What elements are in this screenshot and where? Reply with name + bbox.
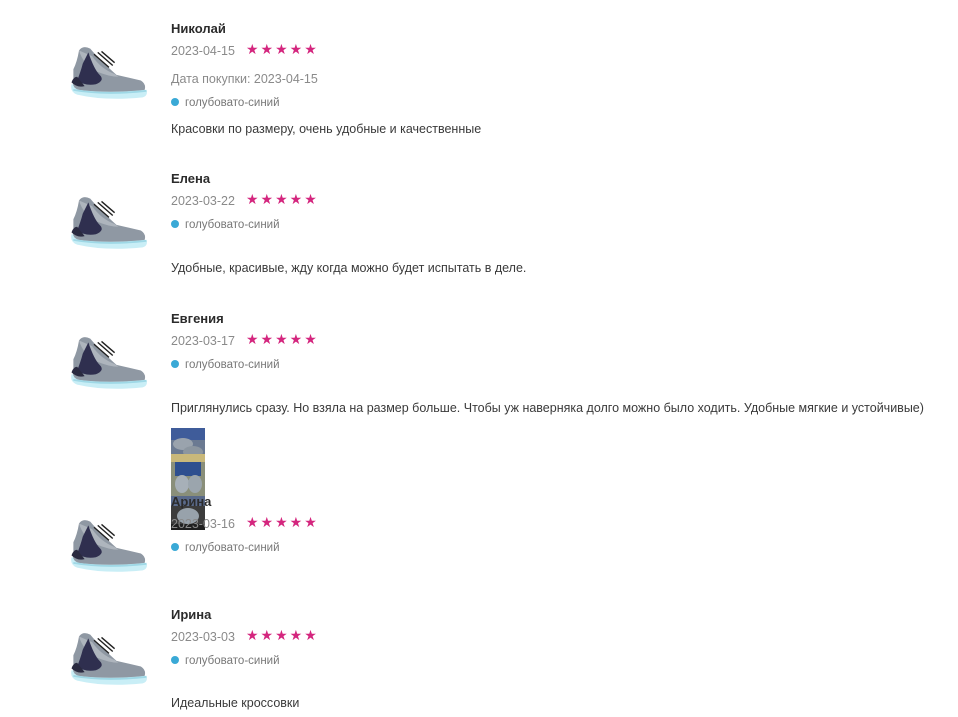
review-date: 2023-03-16: [171, 517, 235, 531]
customer-photo[interactable]: [171, 428, 205, 462]
review-text: Приглянулись сразу. Но взяла на размер б…: [171, 401, 924, 415]
color-variant: голубовато-синий: [171, 542, 280, 554]
review-date: 2023-03-03: [171, 630, 235, 644]
rating-stars: ★★★★★: [246, 41, 319, 57]
color-dot-icon: [171, 656, 179, 664]
purchase-date: Дата покупки: 2023-04-15: [171, 72, 318, 86]
review-text: Удобные, красивые, жду когда можно будет…: [171, 261, 527, 275]
product-thumbnail[interactable]: [66, 43, 152, 103]
reviewer-name: Николай: [171, 21, 226, 36]
color-variant: голубовато-синий: [171, 219, 280, 231]
color-dot-icon: [171, 98, 179, 106]
rating-stars: ★★★★★: [246, 627, 319, 643]
color-dot-icon: [171, 543, 179, 551]
color-dot-icon: [171, 220, 179, 228]
product-thumbnail[interactable]: [66, 629, 152, 689]
product-thumbnail[interactable]: [66, 516, 152, 576]
reviewer-name: Ирина: [171, 607, 212, 622]
rating-stars: ★★★★★: [246, 331, 319, 347]
reviewer-name: Евгения: [171, 311, 224, 326]
review-text: Идеальные кроссовки: [171, 696, 300, 710]
color-label: голубовато-синий: [185, 542, 280, 554]
review-date: 2023-03-17: [171, 334, 235, 348]
review-photos: [171, 428, 211, 530]
rating-stars: ★★★★★: [246, 514, 319, 530]
rating-stars: ★★★★★: [246, 191, 319, 207]
color-variant: голубовато-синий: [171, 655, 280, 667]
review-date: 2023-03-22: [171, 194, 235, 208]
color-label: голубовато-синий: [185, 655, 280, 667]
color-label: голубовато-синий: [185, 97, 280, 109]
color-variant: голубовато-синий: [171, 359, 280, 371]
review-date: 2023-04-15: [171, 44, 235, 58]
product-thumbnail[interactable]: [66, 333, 152, 393]
customer-photo[interactable]: [171, 462, 205, 496]
reviewer-name: Елена: [171, 171, 211, 186]
color-dot-icon: [171, 360, 179, 368]
color-label: голубовато-синий: [185, 359, 280, 371]
review-text: Красовки по размеру, очень удобные и кач…: [171, 122, 482, 136]
color-variant: голубовато-синий: [171, 97, 280, 109]
product-thumbnail[interactable]: [66, 193, 152, 253]
reviewer-name: Арина: [171, 494, 212, 509]
color-label: голубовато-синий: [185, 219, 280, 231]
